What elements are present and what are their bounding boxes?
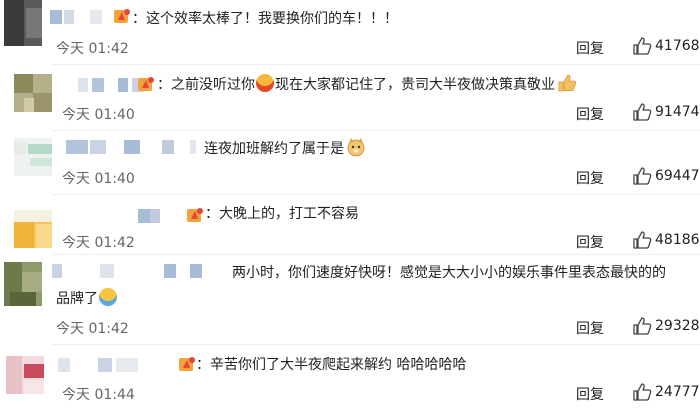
reply-button[interactable]: 回复 xyxy=(576,232,604,252)
comment-time: 今天 01:42 xyxy=(56,41,129,57)
avatar[interactable] xyxy=(4,262,42,306)
comment-list: ：这个效率太棒了！我要换你们的车！！！ 今天 01:42 回复 41768 ：之… xyxy=(0,0,700,412)
comment-text-line: 两小时，你们速度好快呀！感觉是大大小小的娱乐事件里表态最快的的 xyxy=(232,265,666,281)
thumbs-up-icon[interactable] xyxy=(632,230,652,250)
comment-item: 两小时，你们速度好快呀！感觉是大大小小的娱乐事件里表态最快的的 品牌了 今天 0… xyxy=(0,254,700,344)
thumbs-up-emoji-icon xyxy=(558,74,577,92)
like-count: 24777 xyxy=(655,384,700,400)
reply-button[interactable]: 回复 xyxy=(576,104,604,124)
fan-badge-icon xyxy=(114,9,130,23)
username[interactable] xyxy=(58,358,138,372)
username[interactable] xyxy=(138,209,178,223)
avatar[interactable] xyxy=(6,356,44,394)
fan-badge-icon xyxy=(179,357,195,371)
reply-button[interactable]: 回复 xyxy=(576,168,604,188)
reply-button[interactable]: 回复 xyxy=(576,38,604,58)
avatar[interactable] xyxy=(14,210,52,248)
avatar[interactable] xyxy=(14,74,52,112)
fan-badge-icon xyxy=(138,77,154,91)
like-count: 29328 xyxy=(655,318,700,334)
reply-button[interactable]: 回复 xyxy=(576,384,604,404)
like-count: 69447 xyxy=(655,168,700,184)
comment-item: ：这个效率太棒了！我要换你们的车！！！ 今天 01:42 回复 41768 xyxy=(0,0,700,64)
like-count: 48186 xyxy=(655,232,700,248)
thumbs-up-icon[interactable] xyxy=(632,316,652,336)
comment-item: ：之前没听过你 现在大家都记住了，贵司大半夜做决策真敬业 今天 01:40 回复 … xyxy=(0,64,700,130)
comment-time: 今天 01:40 xyxy=(62,107,135,123)
comment-text: ：辛苦你们了大半夜爬起来解约 哈哈哈哈哈 xyxy=(196,357,467,373)
comment-time: 今天 01:44 xyxy=(62,387,135,403)
fan-badge-icon xyxy=(187,208,203,222)
like-count: 91474 xyxy=(655,104,700,120)
comment-time: 今天 01:42 xyxy=(62,235,135,251)
comment-time: 今天 01:40 xyxy=(62,171,135,187)
laughing-emoji-icon xyxy=(256,74,274,92)
crying-laughing-emoji-icon xyxy=(99,288,117,306)
comment-item: ：大晚上的，打工不容易 今天 01:42 回复 48186 xyxy=(0,194,700,254)
comment-time: 今天 01:42 xyxy=(56,321,129,337)
thumbs-up-icon[interactable] xyxy=(632,102,652,122)
comment-text: 连夜加班解约了属于是 xyxy=(204,136,366,162)
thumbs-up-icon[interactable] xyxy=(632,36,652,56)
comment-text: ：大晚上的，打工不容易 xyxy=(205,206,359,222)
avatar[interactable] xyxy=(4,0,42,46)
comment-text: ：之前没听过你 现在大家都记住了，贵司大半夜做决策真敬业 xyxy=(157,72,577,98)
username[interactable] xyxy=(50,10,110,24)
avatar[interactable] xyxy=(14,138,52,176)
thumbs-up-icon[interactable] xyxy=(632,166,652,186)
like-count: 41768 xyxy=(655,38,700,54)
comment-text: ：这个效率太棒了！我要换你们的车！！！ xyxy=(132,11,398,27)
thumbs-up-icon[interactable] xyxy=(632,382,652,402)
comment-text-line: 品牌了 xyxy=(56,286,118,312)
reply-button[interactable]: 回复 xyxy=(576,318,604,338)
username[interactable] xyxy=(52,264,202,278)
comment-item: ：辛苦你们了大半夜爬起来解约 哈哈哈哈哈 今天 01:44 回复 24777 xyxy=(0,344,700,412)
comment-item: 连夜加班解约了属于是 今天 01:40 回复 69447 xyxy=(0,130,700,192)
doge-emoji-icon xyxy=(347,138,365,157)
username[interactable] xyxy=(66,140,196,154)
